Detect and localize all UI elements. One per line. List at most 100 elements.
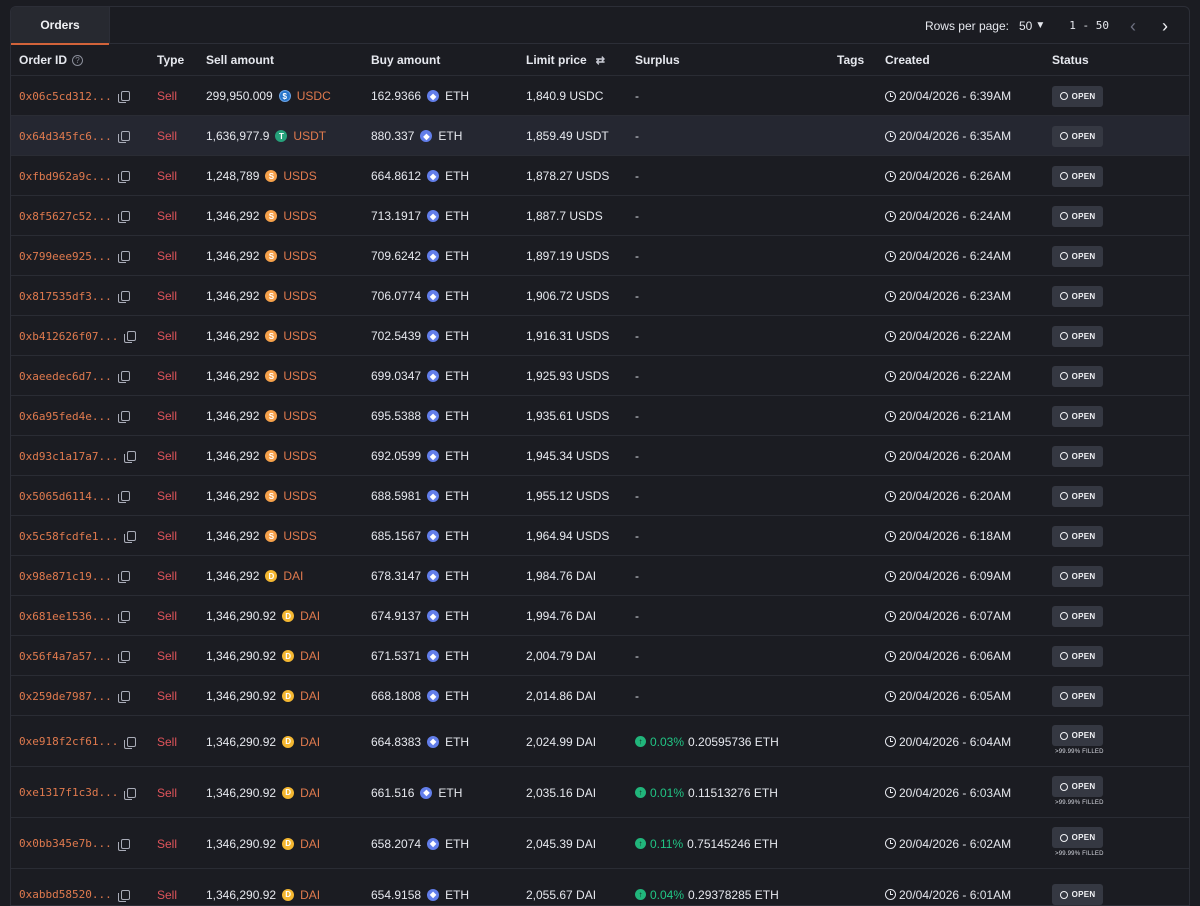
status-badge[interactable]: OPEN [1052, 685, 1103, 707]
table-row[interactable]: 0x56f4a7a57... Sell 1,346,290.92 D DAI 671.53… [11, 635, 1189, 675]
sell-token-symbol[interactable]: USDS [283, 529, 316, 543]
sell-token-symbol[interactable]: DAI [300, 837, 320, 851]
sell-token-symbol[interactable]: USDS [283, 369, 316, 383]
copy-icon[interactable] [117, 291, 130, 303]
sell-token-symbol[interactable]: DAI [300, 689, 320, 703]
status-badge[interactable]: OPEN [1052, 165, 1103, 187]
sell-token-symbol[interactable]: USDS [283, 449, 316, 463]
tab-orders[interactable]: Orders [11, 7, 110, 45]
buy-token-symbol[interactable]: ETH [445, 329, 469, 343]
copy-icon[interactable] [117, 491, 130, 503]
chevron-right-icon[interactable]: › [1155, 17, 1175, 35]
copy-icon[interactable] [117, 571, 130, 583]
copy-icon[interactable] [117, 251, 130, 263]
copy-icon[interactable] [117, 211, 130, 223]
copy-icon[interactable] [117, 371, 130, 383]
status-badge[interactable]: OPEN [1052, 645, 1103, 667]
status-badge[interactable]: OPEN [1052, 884, 1103, 905]
table-row[interactable]: 0x8f5627c52... Sell 1,346,292 S USDS 713.1917… [11, 195, 1189, 235]
copy-icon[interactable] [117, 611, 130, 623]
buy-token-symbol[interactable]: ETH [438, 786, 462, 800]
table-row[interactable]: 0xaeedec6d7... Sell 1,346,292 S USDS 699.0347… [11, 355, 1189, 395]
buy-token-symbol[interactable]: ETH [445, 569, 469, 583]
buy-token-symbol[interactable]: ETH [445, 735, 469, 749]
sell-token-symbol[interactable]: DAI [300, 735, 320, 749]
buy-token-symbol[interactable]: ETH [445, 289, 469, 303]
order-id-link[interactable]: 0x817535df3... [19, 290, 112, 303]
buy-token-symbol[interactable]: ETH [445, 837, 469, 851]
table-row[interactable]: 0x6a95fed4e... Sell 1,346,292 S USDS 695.5388… [11, 395, 1189, 435]
order-id-link[interactable]: 0xd93c1a17a7... [19, 450, 118, 463]
copy-icon[interactable] [117, 889, 130, 902]
buy-token-symbol[interactable]: ETH [445, 369, 469, 383]
buy-token-symbol[interactable]: ETH [445, 689, 469, 703]
status-badge[interactable]: OPEN [1052, 776, 1103, 797]
sell-token-symbol[interactable]: DAI [300, 786, 320, 800]
copy-icon[interactable] [124, 736, 137, 749]
status-badge[interactable]: OPEN [1052, 445, 1103, 467]
buy-token-symbol[interactable]: ETH [445, 489, 469, 503]
sell-token-symbol[interactable]: DAI [283, 569, 303, 583]
copy-icon[interactable] [117, 171, 130, 183]
order-id-link[interactable]: 0x799eee925... [19, 250, 112, 263]
sell-token-symbol[interactable]: USDS [283, 329, 316, 343]
sell-token-symbol[interactable]: USDC [297, 89, 331, 103]
order-id-link[interactable]: 0x5c58fcdfe1... [19, 530, 118, 543]
order-id-link[interactable]: 0xe1317f1c3d... [19, 786, 118, 799]
order-id-link[interactable]: 0x8f5627c52... [19, 210, 112, 223]
table-row[interactable]: 0x64d345fc6... Sell 1,636,977.9 T USDT 880.33… [11, 115, 1189, 155]
status-badge[interactable]: OPEN [1052, 827, 1103, 848]
table-row[interactable]: 0x5065d6114... Sell 1,346,292 S USDS 688.5981… [11, 475, 1189, 515]
buy-token-symbol[interactable]: ETH [438, 129, 462, 143]
table-row[interactable]: 0xb412626f07... Sell 1,346,292 S USDS 702.543… [11, 315, 1189, 355]
table-row[interactable]: 0x98e871c19... Sell 1,346,292 D DAI 678.3147 ◆… [11, 555, 1189, 595]
table-row[interactable]: 0x817535df3... Sell 1,346,292 S USDS 706.0774… [11, 275, 1189, 315]
table-row[interactable]: 0x5c58fcdfe1... Sell 1,346,292 S USDS 685.156… [11, 515, 1189, 555]
copy-icon[interactable] [117, 691, 130, 703]
sell-token-symbol[interactable]: USDS [283, 169, 316, 183]
sell-token-symbol[interactable]: USDS [283, 489, 316, 503]
table-row[interactable]: 0x06c5cd312... Sell 299,950.009 $ USDC 162.93… [11, 75, 1189, 115]
buy-token-symbol[interactable]: ETH [445, 409, 469, 423]
copy-icon[interactable] [117, 91, 130, 103]
status-badge[interactable]: OPEN [1052, 365, 1103, 387]
table-row[interactable]: 0x799eee925... Sell 1,346,292 S USDS 709.6242… [11, 235, 1189, 275]
status-badge[interactable]: OPEN [1052, 525, 1103, 547]
status-badge[interactable]: OPEN [1052, 125, 1103, 147]
table-row[interactable]: 0xe1317f1c3d... Sell 1,346,290.92 D DAI 661.5… [11, 766, 1189, 817]
table-row[interactable]: 0xabbd58520... Sell 1,346,290.92 D DAI 654.91… [11, 868, 1189, 905]
order-id-link[interactable]: 0x681ee1536... [19, 610, 112, 623]
sell-token-symbol[interactable]: USDS [283, 209, 316, 223]
copy-icon[interactable] [117, 131, 130, 143]
sell-token-symbol[interactable]: DAI [300, 609, 320, 623]
buy-token-symbol[interactable]: ETH [445, 89, 469, 103]
sell-token-symbol[interactable]: USDS [283, 409, 316, 423]
table-row[interactable]: 0xd93c1a17a7... Sell 1,346,292 S USDS 692.059… [11, 435, 1189, 475]
order-id-link[interactable]: 0xe918f2cf61... [19, 735, 118, 748]
copy-icon[interactable] [117, 411, 130, 423]
chevron-left-icon[interactable]: ‹ [1123, 17, 1143, 35]
order-id-link[interactable]: 0x56f4a7a57... [19, 650, 112, 663]
status-badge[interactable]: OPEN [1052, 405, 1103, 427]
sell-token-symbol[interactable]: DAI [300, 649, 320, 663]
buy-token-symbol[interactable]: ETH [445, 649, 469, 663]
status-badge[interactable]: OPEN [1052, 205, 1103, 227]
status-badge[interactable]: OPEN [1052, 605, 1103, 627]
help-icon[interactable]: ? [72, 54, 84, 66]
order-id-link[interactable]: 0xb412626f07... [19, 330, 118, 343]
table-row[interactable]: 0x681ee1536... Sell 1,346,290.92 D DAI 674.91… [11, 595, 1189, 635]
status-badge[interactable]: OPEN [1052, 485, 1103, 507]
order-id-link[interactable]: 0x5065d6114... [19, 490, 112, 503]
buy-token-symbol[interactable]: ETH [445, 209, 469, 223]
order-id-link[interactable]: 0x06c5cd312... [19, 90, 112, 103]
table-row[interactable]: 0xe918f2cf61... Sell 1,346,290.92 D DAI 664.8… [11, 715, 1189, 766]
buy-token-symbol[interactable]: ETH [445, 529, 469, 543]
copy-icon[interactable] [124, 451, 137, 463]
table-row[interactable]: 0x259de7987... Sell 1,346,290.92 D DAI 668.18… [11, 675, 1189, 715]
sell-token-symbol[interactable]: DAI [300, 888, 320, 902]
column-header-order-id[interactable]: Order ID ? [19, 53, 84, 67]
order-id-link[interactable]: 0x6a95fed4e... [19, 410, 112, 423]
status-badge[interactable]: OPEN [1052, 85, 1103, 107]
order-id-link[interactable]: 0xaeedec6d7... [19, 370, 112, 383]
status-badge[interactable]: OPEN [1052, 325, 1103, 347]
